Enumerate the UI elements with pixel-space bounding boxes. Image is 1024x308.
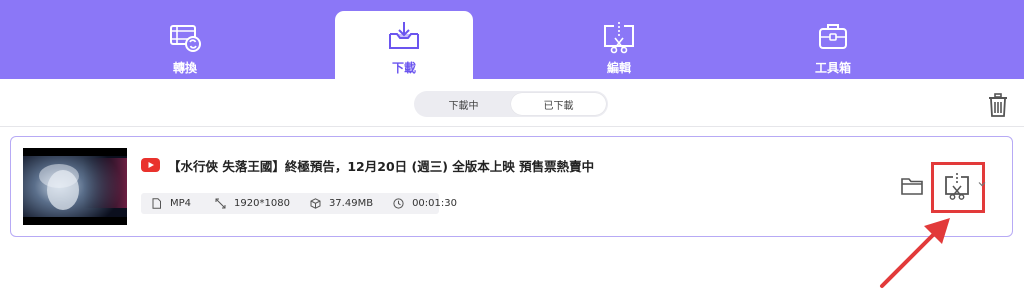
scissors-screen-icon	[604, 22, 634, 54]
video-thumbnail[interactable]	[23, 148, 127, 225]
open-folder-icon[interactable]	[901, 177, 923, 195]
edit-video-icon[interactable]	[944, 172, 970, 200]
toolbar: 下載中 已下載	[0, 79, 1024, 127]
file-icon	[152, 198, 161, 209]
tab-toolbox[interactable]: 工具箱	[764, 11, 902, 79]
download-tray-icon	[389, 22, 419, 49]
chevron-down-icon[interactable]	[978, 180, 986, 188]
top-nav: 轉換 下載 編輯 工具箱	[0, 0, 1024, 79]
tab-download[interactable]: 下載	[335, 11, 473, 79]
youtube-icon	[141, 158, 160, 172]
video-format: MP4	[170, 198, 192, 209]
toolbox-icon	[819, 24, 847, 49]
size-icon	[310, 198, 321, 209]
tab-edit[interactable]: 編輯	[550, 11, 688, 79]
video-meta: MP4 1920*1080 37.49MB 00:01:30	[141, 193, 457, 214]
segment-downloaded[interactable]: 已下載	[511, 93, 606, 115]
clock-icon	[393, 198, 404, 209]
tab-convert-label: 轉換	[172, 61, 197, 75]
video-title: 【水行俠 失落王國】終極預告，12月20日 (週三) 全版本上映 預售票熱賣中	[168, 159, 595, 174]
tab-download-label: 下載	[391, 61, 416, 75]
video-size: 37.49MB	[328, 198, 374, 209]
segment-downloading[interactable]: 下載中	[416, 93, 511, 115]
tab-convert[interactable]: 轉換	[116, 11, 254, 79]
resolution-icon	[215, 198, 226, 209]
tab-edit-label: 編輯	[606, 61, 631, 75]
annotation-arrow	[880, 218, 950, 288]
video-duration: 00:01:30	[412, 198, 457, 209]
tab-toolbox-label: 工具箱	[814, 61, 851, 75]
video-resolution: 1920*1080	[234, 198, 290, 209]
trash-icon[interactable]	[987, 93, 1009, 117]
download-status-switch: 下載中 已下載	[414, 91, 608, 117]
film-convert-icon	[170, 25, 201, 52]
